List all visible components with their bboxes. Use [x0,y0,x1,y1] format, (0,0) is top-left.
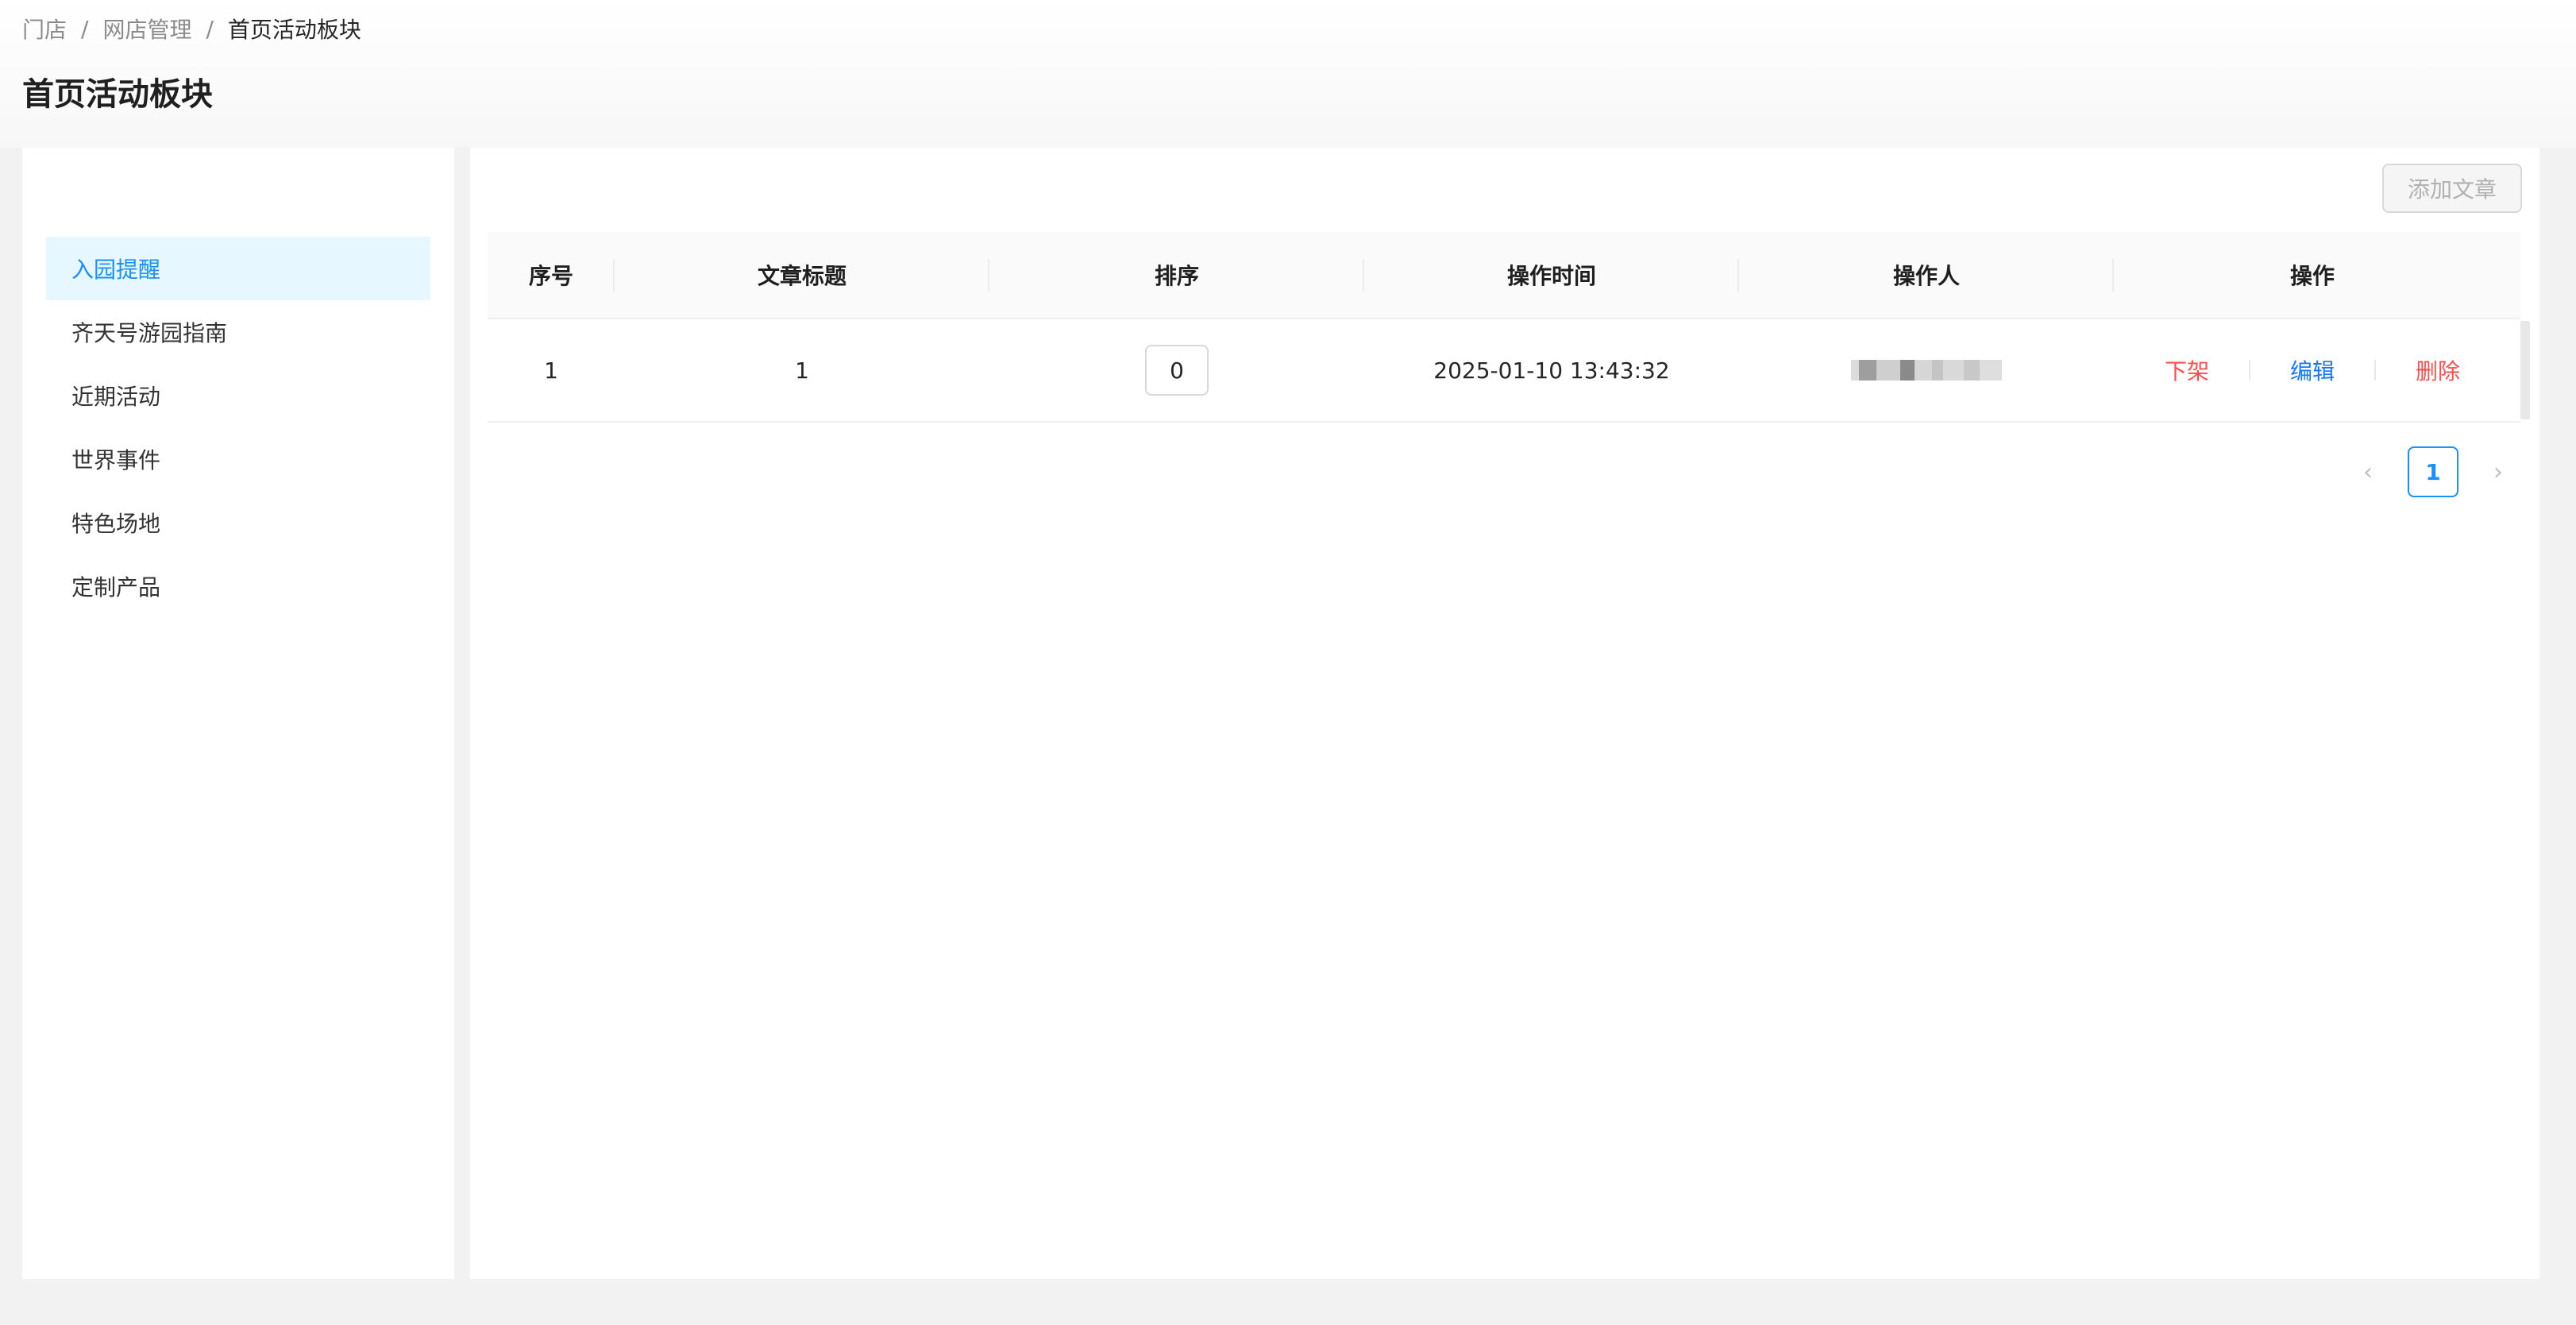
breadcrumb-item-current: 首页活动板块 [227,17,361,43]
cell-index: 1 [544,357,558,384]
cell-actions: 下架 编辑 删除 [2114,319,2511,421]
column-header-label: 序号 [528,263,573,289]
sidebar-panel: 入园提醒 齐天号游园指南 近期活动 世界事件 特色场地 定制产品 [22,148,454,1279]
action-divider [2374,360,2376,381]
column-header-sort: 排序 [989,232,1364,318]
main-panel: 添加文章 序号 文章标题 排序 操作时间 操作人 操作 1 1 0 2025-0… [470,148,2539,1279]
sidebar-item-entry-reminder[interactable]: 入园提醒 [46,237,430,300]
column-header-label: 操作 [2289,263,2335,289]
table-scrollbar[interactable] [2520,321,2530,419]
cell-title: 1 [795,357,809,384]
breadcrumb-separator: / [206,15,214,42]
sidebar-item-custom-products[interactable]: 定制产品 [46,554,430,618]
column-header-title: 文章标题 [615,232,989,318]
articles-table: 序号 文章标题 排序 操作时间 操作人 操作 1 1 0 2025-01-10 … [488,232,2530,423]
cell-sort: 0 [989,319,1364,421]
sidebar-item-recent-activities[interactable]: 近期活动 [46,364,430,427]
column-header-label: 排序 [1154,263,1199,289]
column-header-time: 操作时间 [1364,232,1739,318]
add-article-button[interactable]: 添加文章 [2382,164,2522,213]
sidebar-item-world-events[interactable]: 世界事件 [46,427,430,491]
action-divider [2248,360,2250,381]
breadcrumb: 门店 / 网店管理 / 首页活动板块 [22,13,361,44]
sidebar-item-park-guide[interactable]: 齐天号游园指南 [46,300,430,364]
table-header: 序号 文章标题 排序 操作时间 操作人 操作 [488,232,2520,319]
column-header-index: 序号 [488,232,615,318]
breadcrumb-item-store[interactable]: 门店 [22,13,67,44]
operator-name-redacted [1851,360,2002,381]
unpublish-button[interactable]: 下架 [2165,354,2209,386]
column-header-label: 操作时间 [1506,263,1596,289]
page-title: 首页活动板块 [22,76,213,113]
column-header-label: 文章标题 [757,263,846,289]
delete-button[interactable]: 删除 [2416,354,2460,386]
column-header-actions: 操作 [2114,232,2511,318]
page-number-current[interactable]: 1 [2408,446,2458,497]
table-row: 1 1 0 2025-01-10 13:43:32 下架 编辑 删除 [488,319,2520,423]
cell-time: 2025-01-10 13:43:32 [1433,357,1670,384]
header-band [0,0,2576,148]
sort-input[interactable]: 0 [1145,345,1209,396]
chevron-left-icon[interactable]: ‹ [2344,458,2392,486]
chevron-right-icon[interactable]: › [2474,458,2522,486]
sidebar-menu: 入园提醒 齐天号游园指南 近期活动 世界事件 特色场地 定制产品 [46,237,430,618]
sidebar-item-featured-venues[interactable]: 特色场地 [46,491,430,554]
row-actions: 下架 编辑 删除 [2165,354,2460,386]
cell-operator [1739,319,2114,421]
edit-button[interactable]: 编辑 [2290,354,2335,386]
breadcrumb-separator: / [81,15,89,42]
column-header-label: 操作人 [1892,263,1960,289]
breadcrumb-item-online-store[interactable]: 网店管理 [102,13,191,44]
pagination: ‹ 1 › [2344,446,2522,497]
column-header-operator: 操作人 [1739,232,2114,318]
